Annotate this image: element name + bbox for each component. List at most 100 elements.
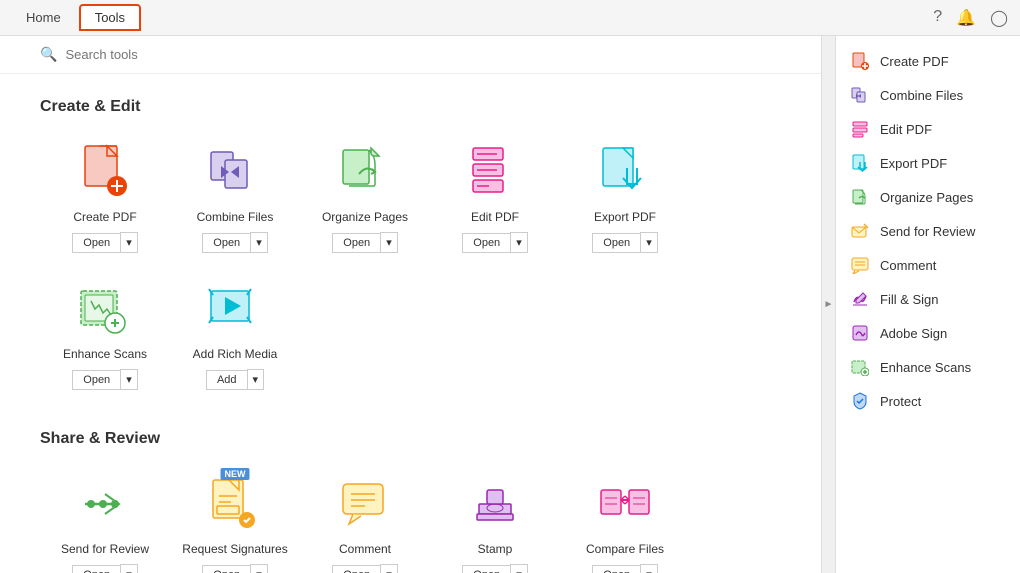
open-button[interactable]: Open (72, 565, 120, 573)
open-dropdown[interactable]: ▾ (380, 564, 398, 573)
help-icon[interactable]: ? (933, 8, 942, 28)
new-badge: NEW (221, 468, 250, 480)
compare-files-icon (595, 474, 655, 534)
open-button[interactable]: Open (332, 233, 380, 253)
add-btn-wrap: Add ▾ (206, 369, 264, 390)
share-review-grid: Send for Review Open ▾ NEW (40, 464, 781, 573)
organize-pages-icon (335, 142, 395, 202)
list-item: Send for Review Open ▾ (40, 464, 170, 573)
add-button[interactable]: Add (206, 370, 247, 390)
open-dropdown[interactable]: ▾ (640, 564, 658, 573)
open-btn-wrap: Open ▾ (72, 232, 137, 253)
open-dropdown[interactable]: ▾ (250, 232, 268, 253)
stamp-icon (465, 474, 525, 534)
open-dropdown[interactable]: ▾ (380, 232, 398, 253)
sidebar-item-adobe-sign[interactable]: Adobe Sign (836, 316, 1020, 350)
open-button[interactable]: Open (592, 565, 640, 573)
open-btn-wrap: Open ▾ (72, 369, 137, 390)
section-share-review-title: Share & Review (40, 430, 781, 448)
list-item: NEW Request Signatures (170, 464, 300, 573)
sidebar-item-label: Fill & Sign (880, 292, 939, 307)
right-sidebar: Create PDF Combine Files (835, 36, 1020, 573)
open-button[interactable]: Open (332, 565, 380, 573)
list-item: Stamp Open ▾ (430, 464, 560, 573)
content-area: 🔍 Create & Edit (0, 36, 821, 573)
combine-files-sidebar-icon (850, 85, 870, 105)
tool-label: Enhance Scans (63, 347, 147, 361)
sidebar-item-create-pdf[interactable]: Create PDF (836, 44, 1020, 78)
sidebar-item-protect[interactable]: Protect (836, 384, 1020, 418)
edit-pdf-sidebar-icon (850, 119, 870, 139)
open-btn-wrap: Open ▾ (332, 564, 397, 573)
history-icon[interactable]: ◯ (990, 8, 1008, 28)
list-item: Enhance Scans Open ▾ (40, 269, 170, 406)
open-dropdown[interactable]: ▾ (250, 564, 268, 573)
sidebar-toggle[interactable]: ► (821, 36, 835, 573)
edit-pdf-icon (465, 142, 525, 202)
tool-label: Comment (339, 542, 391, 556)
tool-label: Edit PDF (471, 210, 519, 224)
list-item: Add Rich Media Add ▾ (170, 269, 300, 406)
sidebar-item-edit-pdf[interactable]: Edit PDF (836, 112, 1020, 146)
tool-label: Send for Review (61, 542, 149, 556)
export-pdf-sidebar-icon (850, 153, 870, 173)
comment-sidebar-icon (850, 255, 870, 275)
enhance-scans-sidebar-icon (850, 357, 870, 377)
tab-home[interactable]: Home (12, 6, 75, 29)
open-dropdown[interactable]: ▾ (510, 564, 528, 573)
add-rich-media-icon (205, 279, 265, 339)
open-button[interactable]: Open (72, 233, 120, 253)
list-item: Create PDF Open ▾ (40, 132, 170, 269)
enhance-scans-icon (75, 279, 135, 339)
open-button[interactable]: Open (202, 233, 250, 253)
open-dropdown[interactable]: ▾ (120, 369, 138, 390)
open-button[interactable]: Open (72, 370, 120, 390)
top-nav: Home Tools ? 🔔 ◯ (0, 0, 1020, 36)
tool-label: Export PDF (594, 210, 656, 224)
search-icon: 🔍 (40, 46, 57, 63)
list-item: Edit PDF Open ▾ (430, 132, 560, 269)
open-dropdown[interactable]: ▾ (510, 232, 528, 253)
search-input[interactable] (65, 47, 265, 62)
open-btn-wrap: Open ▾ (72, 564, 137, 573)
open-button[interactable]: Open (202, 565, 250, 573)
send-review-sidebar-icon (850, 221, 870, 241)
sidebar-item-send-review[interactable]: Send for Review (836, 214, 1020, 248)
nav-icons: ? 🔔 ◯ (933, 8, 1008, 28)
create-pdf-sidebar-icon (850, 51, 870, 71)
tool-label: Create PDF (73, 210, 136, 224)
open-dropdown[interactable]: ▾ (640, 232, 658, 253)
sidebar-item-organize-pages[interactable]: Organize Pages (836, 180, 1020, 214)
fill-sign-sidebar-icon (850, 289, 870, 309)
create-pdf-icon (75, 142, 135, 202)
sidebar-item-export-pdf[interactable]: Export PDF (836, 146, 1020, 180)
open-button[interactable]: Open (592, 233, 640, 253)
add-dropdown[interactable]: ▾ (247, 369, 265, 390)
open-btn-wrap: Open ▾ (202, 232, 267, 253)
create-edit-grid: Create PDF Open ▾ (40, 132, 781, 406)
sidebar-item-fill-sign[interactable]: Fill & Sign (836, 282, 1020, 316)
request-signatures-icon (205, 474, 265, 534)
sidebar-item-combine-files[interactable]: Combine Files (836, 78, 1020, 112)
sidebar-item-label: Combine Files (880, 88, 963, 103)
sidebar-item-label: Protect (880, 394, 921, 409)
open-btn-wrap: Open ▾ (592, 232, 657, 253)
bell-icon[interactable]: 🔔 (956, 8, 976, 28)
open-dropdown[interactable]: ▾ (120, 232, 138, 253)
sidebar-item-label: Adobe Sign (880, 326, 947, 341)
tool-label: Compare Files (586, 542, 664, 556)
tool-label: Request Signatures (182, 542, 287, 556)
open-button[interactable]: Open (462, 565, 510, 573)
tab-tools[interactable]: Tools (79, 4, 141, 31)
tool-label: Stamp (478, 542, 513, 556)
open-dropdown[interactable]: ▾ (120, 564, 138, 573)
export-pdf-icon (595, 142, 655, 202)
open-button[interactable]: Open (462, 233, 510, 253)
sidebar-item-label: Comment (880, 258, 936, 273)
list-item: Compare Files Open ▾ (560, 464, 690, 573)
tool-label: Add Rich Media (193, 347, 278, 361)
list-item: Comment Open ▾ (300, 464, 430, 573)
sidebar-item-comment[interactable]: Comment (836, 248, 1020, 282)
list-item: Combine Files Open ▾ (170, 132, 300, 269)
sidebar-item-enhance-scans[interactable]: Enhance Scans (836, 350, 1020, 384)
